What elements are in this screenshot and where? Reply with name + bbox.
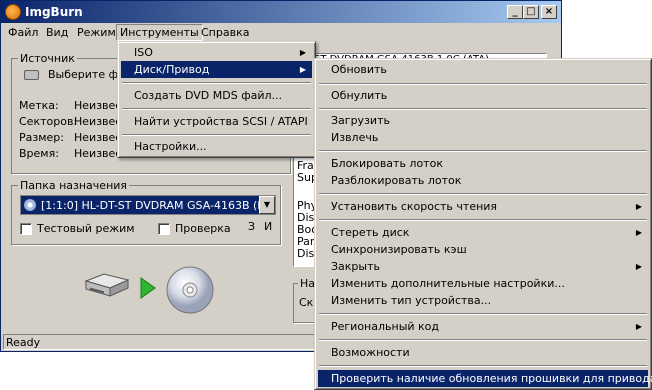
- menu-item-unlock-tray[interactable]: Разблокировать лоток: [318, 172, 648, 189]
- menu-help[interactable]: Справка: [198, 25, 252, 40]
- menu-item-eject[interactable]: Извлечь: [318, 129, 648, 146]
- menu-bar: Файл Вид Режим Инструменты Справка: [1, 23, 561, 42]
- submenu-arrow-icon: ▶: [635, 228, 642, 237]
- i-label: И: [264, 220, 273, 233]
- drive-select[interactable]: [1:1:0] HL-DT-ST DVDRAM GSA-4163B (E:) ▼: [20, 195, 276, 215]
- close-button[interactable]: ×: [541, 5, 557, 19]
- menu-item-iso[interactable]: ISO ▶: [121, 44, 312, 61]
- disc-drive-submenu: Обновить Обнулить Загрузить Извлечь Блок…: [314, 58, 652, 390]
- menu-separator: [319, 193, 647, 195]
- menu-item-reset[interactable]: Обнулить: [318, 87, 648, 104]
- submenu-arrow-icon: ▶: [635, 322, 642, 331]
- play-arrow-icon: [139, 277, 157, 299]
- menu-item-settings[interactable]: Настройки...: [121, 138, 312, 155]
- info-line-dis2: Dis: [297, 247, 315, 260]
- menu-item-capabilities[interactable]: Возможности: [318, 344, 648, 361]
- menu-item-find-scsi-atapi[interactable]: Найти устройства SCSI / ATAPI: [121, 113, 312, 130]
- menu-item-create-dvd-mds[interactable]: Создать DVD MDS файл...: [121, 87, 312, 104]
- menu-separator: [319, 219, 647, 221]
- choose-file-icon: [24, 70, 39, 80]
- tools-menu: ISO ▶ Диск/Привод ▶ Создать DVD MDS файл…: [117, 41, 316, 158]
- menu-file[interactable]: Файл: [5, 25, 41, 40]
- menu-separator: [319, 150, 647, 152]
- menu-item-disc-drive-label: Диск/Привод: [134, 63, 210, 76]
- test-mode-checkbox[interactable]: [20, 223, 32, 235]
- submenu-arrow-icon: ▶: [635, 262, 642, 271]
- time-label: Время:: [19, 147, 59, 160]
- speed-label: Ск: [299, 296, 314, 309]
- imgburn-app-icon: [5, 4, 21, 20]
- verify-checkbox[interactable]: [158, 223, 170, 235]
- source-group-label: Источник: [18, 52, 77, 65]
- chevron-down-icon[interactable]: ▼: [259, 196, 275, 214]
- submenu-arrow-icon: ▶: [299, 65, 306, 74]
- menu-item-set-read-speed-label: Установить скорость чтения: [331, 200, 498, 213]
- menu-item-region-code[interactable]: Региональный код ▶: [318, 318, 648, 335]
- menu-item-close[interactable]: Закрыть ▶: [318, 258, 648, 275]
- menu-item-erase-disc-label: Стереть диск: [331, 226, 410, 239]
- menu-separator: [319, 365, 647, 367]
- menu-separator: [122, 108, 311, 110]
- menu-item-change-book-type[interactable]: Изменить тип устройства...: [318, 292, 648, 309]
- size-label: Размер:: [19, 131, 64, 144]
- menu-item-load[interactable]: Загрузить: [318, 112, 648, 129]
- sectors-label: Секторов:: [19, 115, 78, 128]
- destination-group-label: Папка назначения: [18, 179, 130, 192]
- menu-item-erase-disc[interactable]: Стереть диск ▶: [318, 224, 648, 241]
- status-text: Ready: [6, 336, 41, 349]
- menu-item-iso-label: ISO: [134, 46, 153, 59]
- menu-mode[interactable]: Режим: [74, 25, 119, 40]
- menu-tools[interactable]: Инструменты: [116, 24, 203, 41]
- menu-item-refresh[interactable]: Обновить: [318, 61, 648, 78]
- minimize-button[interactable]: _: [507, 5, 523, 19]
- test-mode-label: Тестовый режим: [37, 222, 135, 235]
- menu-item-sync-cache[interactable]: Синхронизировать кэш: [318, 241, 648, 258]
- label-label: Метка:: [19, 99, 59, 112]
- menu-view[interactable]: Вид: [43, 25, 71, 40]
- menu-item-region-code-label: Региональный код: [331, 320, 440, 333]
- menu-separator: [319, 313, 647, 315]
- menu-item-lock-tray[interactable]: Блокировать лоток: [318, 155, 648, 172]
- drive-hardware-icon: [84, 271, 130, 301]
- menu-item-close-label: Закрыть: [331, 260, 380, 273]
- menu-separator: [319, 108, 647, 110]
- menu-separator: [319, 83, 647, 85]
- menu-separator: [122, 82, 311, 84]
- maximize-button[interactable]: □: [523, 5, 539, 19]
- menu-separator: [122, 134, 311, 136]
- menu-item-disc-drive[interactable]: Диск/Привод ▶: [121, 61, 312, 78]
- submenu-arrow-icon: ▶: [635, 202, 642, 211]
- z-label: З: [248, 220, 256, 233]
- menu-separator: [319, 339, 647, 341]
- menu-item-change-advanced-settings[interactable]: Изменить дополнительные настройки...: [318, 275, 648, 292]
- submenu-arrow-icon: ▶: [299, 48, 306, 57]
- window-title: ImgBurn: [25, 5, 83, 19]
- menu-item-check-firmware-update[interactable]: Проверить наличие обновления прошивки дл…: [318, 370, 652, 387]
- title-bar[interactable]: ImgBurn _ □ ×: [1, 1, 561, 23]
- menu-item-set-read-speed[interactable]: Установить скорость чтения ▶: [318, 198, 648, 215]
- verify-label: Проверка: [175, 222, 231, 235]
- burn-disc-button[interactable]: [165, 265, 215, 315]
- destination-group: Папка назначения [1:1:0] HL-DT-ST DVDRAM…: [11, 179, 281, 245]
- drive-select-value: [1:1:0] HL-DT-ST DVDRAM GSA-4163B (E:): [41, 199, 273, 212]
- disc-icon: [24, 199, 36, 211]
